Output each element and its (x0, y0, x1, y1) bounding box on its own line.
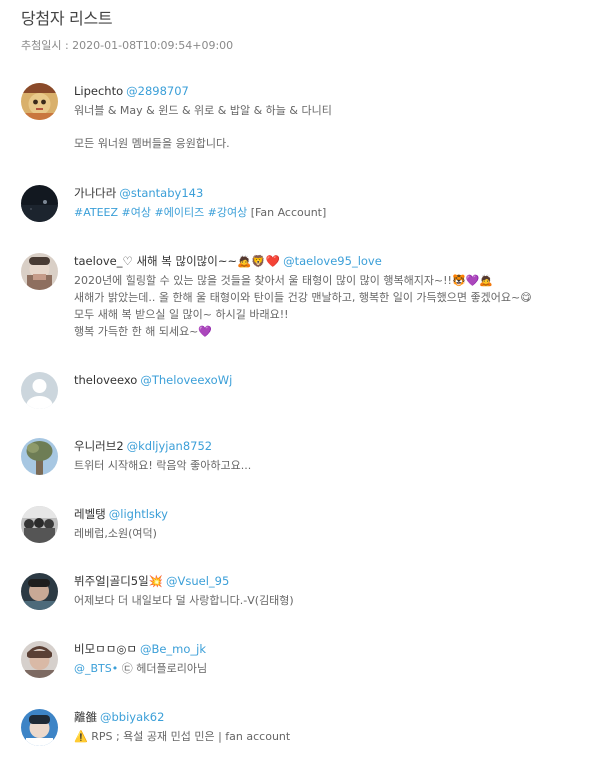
winner-name: 뷔주얼|골디5일💥 (74, 574, 163, 588)
winner-handle[interactable]: @bbiyak62 (100, 710, 164, 724)
avatar[interactable] (21, 83, 58, 120)
winner-handle[interactable]: @kdljyjan8752 (127, 439, 212, 453)
draw-time: 추첨일시 : 2020-01-08T10:09:54+09:00 (21, 39, 234, 52)
winner-name-line: 우니러브2 @kdljyjan8752 (74, 438, 591, 455)
winner-bio: 워너블 & May & 윈드 & 위로 & 밥알 & 하늘 & 다니티 모든 워… (74, 102, 591, 152)
bio-line: ⚠️ RPS ; 욕설 공재 민섭 민은 | fan account (74, 730, 291, 743)
winner-bio: 어제보다 더 내일보다 덜 사랑합니다.-V(김태형) (74, 592, 591, 609)
winner-name-line: 레벨탱 @lightlsky (74, 506, 591, 523)
avatar[interactable] (21, 641, 58, 678)
winner-bio: 레베럽,소원(여덕) (74, 525, 591, 542)
winner-handle[interactable]: @lightlsky (109, 507, 168, 521)
winner-handle[interactable]: @Vsuel_95 (166, 574, 229, 588)
bio-text: [Fan Account] (247, 206, 327, 219)
winner-bio: 2020년에 힐링할 수 있는 많을 것들을 찾아서 울 태형이 많이 많이 행… (74, 272, 591, 340)
winner-name-line: 비모ㅁㅁ◎ㅁ @Be_mo_jk (74, 641, 591, 658)
winner-name-line: 뷔주얼|골디5일💥 @Vsuel_95 (74, 573, 591, 590)
winner-name-line: taelove_♡ 새해 복 많이많이~~🙇🦁❤️ @taelove95_love (74, 253, 591, 270)
bio-line: 2020년에 힐링할 수 있는 많을 것들을 찾아서 울 태형이 많이 많이 행… (74, 274, 494, 287)
winner-handle[interactable]: @Be_mo_jk (140, 642, 206, 656)
page-title: 당첨자 리스트 (21, 9, 113, 28)
avatar[interactable] (21, 709, 58, 746)
winner-handle[interactable]: @2898707 (126, 84, 189, 98)
winner-name-line: Lipechto @2898707 (74, 83, 591, 100)
bio-text: ㉢ 헤더플로리아님 (118, 662, 208, 675)
winner-name-line: theloveexo @TheloveexoWj (74, 372, 591, 389)
bio-line: 레베럽,소원(여덕) (74, 527, 157, 540)
avatar[interactable] (21, 185, 58, 222)
winner-name: 비모ㅁㅁ◎ㅁ (74, 642, 137, 656)
winner-name: theloveexo (74, 373, 138, 387)
bio-line: 행복 가득한 한 해 되세요~💜 (74, 325, 213, 338)
hashtags[interactable]: #ATEEZ #여상 #에이티즈 #강여상 (74, 206, 247, 219)
winner-name: 離雒 (74, 710, 97, 724)
winner-name: 가나다라 (74, 186, 117, 200)
winner-name: 레벨탱 (74, 507, 106, 521)
bio-line: 어제보다 더 내일보다 덜 사랑합니다.-V(김태형) (74, 594, 294, 607)
avatar[interactable] (21, 438, 58, 475)
winner-bio: ⚠️ RPS ; 욕설 공재 민섭 민은 | fan account (74, 728, 591, 745)
avatar[interactable] (21, 253, 58, 290)
mention-link[interactable]: @_BTS• (74, 662, 118, 675)
bio-line: 새해가 밝았는데.. 올 한해 울 태형이와 탄이들 건강 맨날하고, 행복한 … (74, 291, 532, 304)
winner-bio: @_BTS• ㉢ 헤더플로리아님 (74, 660, 591, 677)
avatar[interactable] (21, 506, 58, 543)
winner-handle[interactable]: @taelove95_love (283, 254, 382, 268)
bio-line: 모든 워너원 멤버들을 응원합니다. (74, 137, 230, 150)
bio-line: 워너블 & May & 윈드 & 위로 & 밥알 & 하늘 & 다니티 (74, 104, 332, 117)
winner-bio: #ATEEZ #여상 #에이티즈 #강여상 [Fan Account] (74, 204, 591, 221)
winner-name: 우니러브2 (74, 439, 124, 453)
winner-name-line: 離雒 @bbiyak62 (74, 709, 591, 726)
winner-name-line: 가나다라 @stantaby143 (74, 185, 591, 202)
avatar[interactable] (21, 372, 58, 409)
winner-name: taelove_♡ 새해 복 많이많이~~🙇🦁❤️ (74, 254, 281, 268)
bio-line: 모두 새해 복 받으실 일 많이~ 하시길 바래요!! (74, 308, 289, 321)
winner-handle[interactable]: @stantaby143 (119, 186, 203, 200)
winner-bio: 트위터 시작해요! 락음악 좋아하고요... (74, 457, 591, 474)
bio-line: 트위터 시작해요! 락음악 좋아하고요... (74, 459, 252, 472)
avatar[interactable] (21, 573, 58, 610)
winner-name: Lipechto (74, 84, 124, 98)
winner-handle[interactable]: @TheloveexoWj (140, 373, 232, 387)
